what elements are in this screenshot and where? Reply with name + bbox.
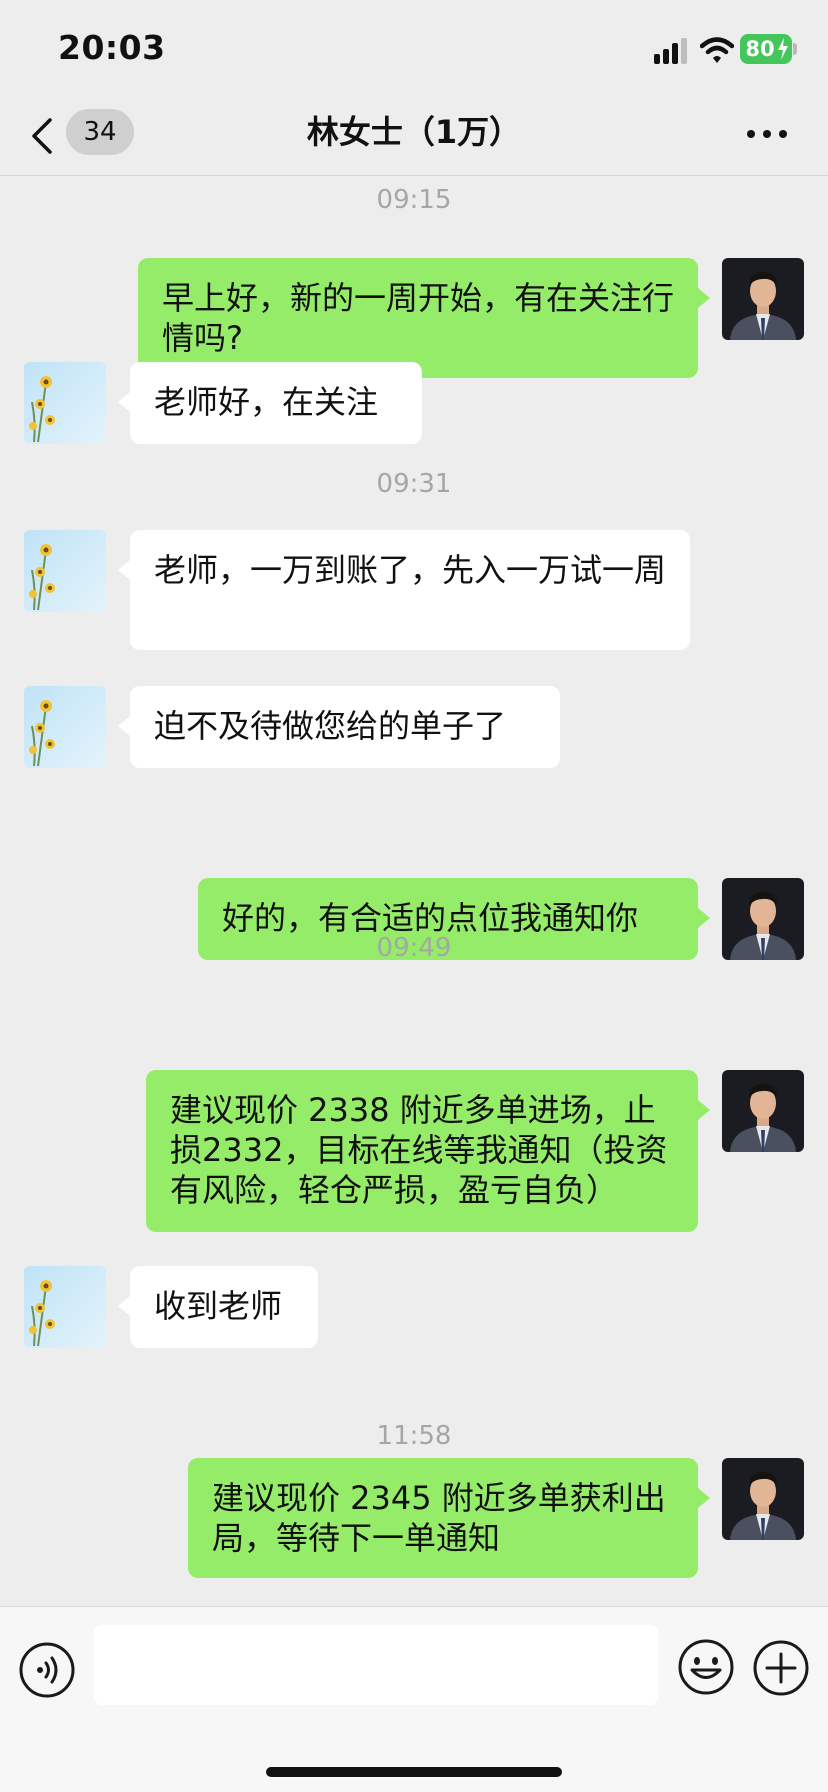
battery-icon: 80 xyxy=(740,34,792,64)
flower-avatar[interactable] xyxy=(24,686,106,768)
incoming-bubble[interactable]: 老师好，在关注 xyxy=(118,362,422,444)
message-input[interactable] xyxy=(94,1625,658,1705)
teacher-avatar[interactable] xyxy=(722,258,804,340)
home-indicator[interactable] xyxy=(266,1767,562,1777)
timestamp: 11:58 xyxy=(376,1421,452,1451)
battery-level: 80 xyxy=(745,37,775,61)
teacher-avatar[interactable] xyxy=(722,1070,804,1152)
signal-icon xyxy=(654,38,687,64)
nav-bar: 34 林女士（1万） xyxy=(0,96,828,176)
flower-avatar-image xyxy=(24,1266,106,1348)
incoming-bubble[interactable]: 老师，一万到账了，先入一万试一周 xyxy=(118,530,690,650)
flower-avatar[interactable] xyxy=(24,530,106,612)
teacher-avatar-image xyxy=(722,258,804,340)
outgoing-bubble[interactable]: 建议现价 2345 附近多单获利出局，等待下一单通知 xyxy=(188,1458,710,1578)
plus-icon[interactable] xyxy=(752,1639,810,1697)
flower-avatar-image xyxy=(24,686,106,768)
teacher-avatar-image xyxy=(722,1458,804,1540)
voice-icon[interactable] xyxy=(18,1641,76,1699)
timestamp: 09:15 xyxy=(376,185,452,215)
teacher-avatar-image xyxy=(722,1070,804,1152)
outgoing-bubble[interactable]: 早上好，新的一周开始，有在关注行情吗? xyxy=(138,258,710,378)
incoming-bubble[interactable]: 收到老师 xyxy=(118,1266,318,1348)
teacher-avatar[interactable] xyxy=(722,1458,804,1540)
input-bar xyxy=(0,1606,828,1792)
incoming-bubble[interactable]: 迫不及待做您给的单子了 xyxy=(118,686,560,768)
flower-avatar-image xyxy=(24,530,106,612)
status-time: 20:03 xyxy=(58,28,166,67)
charging-bolt-icon xyxy=(778,38,788,60)
message-list[interactable]: 09:15 早上好，新的一周开始，有在关注行情吗? 老师好，在关注 09:31 … xyxy=(0,177,828,1607)
flower-avatar[interactable] xyxy=(24,362,106,444)
timestamp: 09:31 xyxy=(376,469,452,499)
timestamp: 09:49 xyxy=(376,933,452,963)
chat-title: 林女士（1万） xyxy=(306,113,522,151)
outgoing-bubble[interactable]: 建议现价 2338 附近多单进场，止损2332，目标在线等我通知（投资有风险，轻… xyxy=(146,1070,710,1232)
wifi-icon xyxy=(700,37,734,63)
flower-avatar[interactable] xyxy=(24,1266,106,1348)
more-dots-icon[interactable] xyxy=(745,128,789,140)
status-bar: 20:03 80 xyxy=(0,0,828,100)
battery-tip xyxy=(793,43,797,55)
flower-avatar-image xyxy=(24,362,106,444)
emoji-icon[interactable] xyxy=(676,1637,736,1697)
